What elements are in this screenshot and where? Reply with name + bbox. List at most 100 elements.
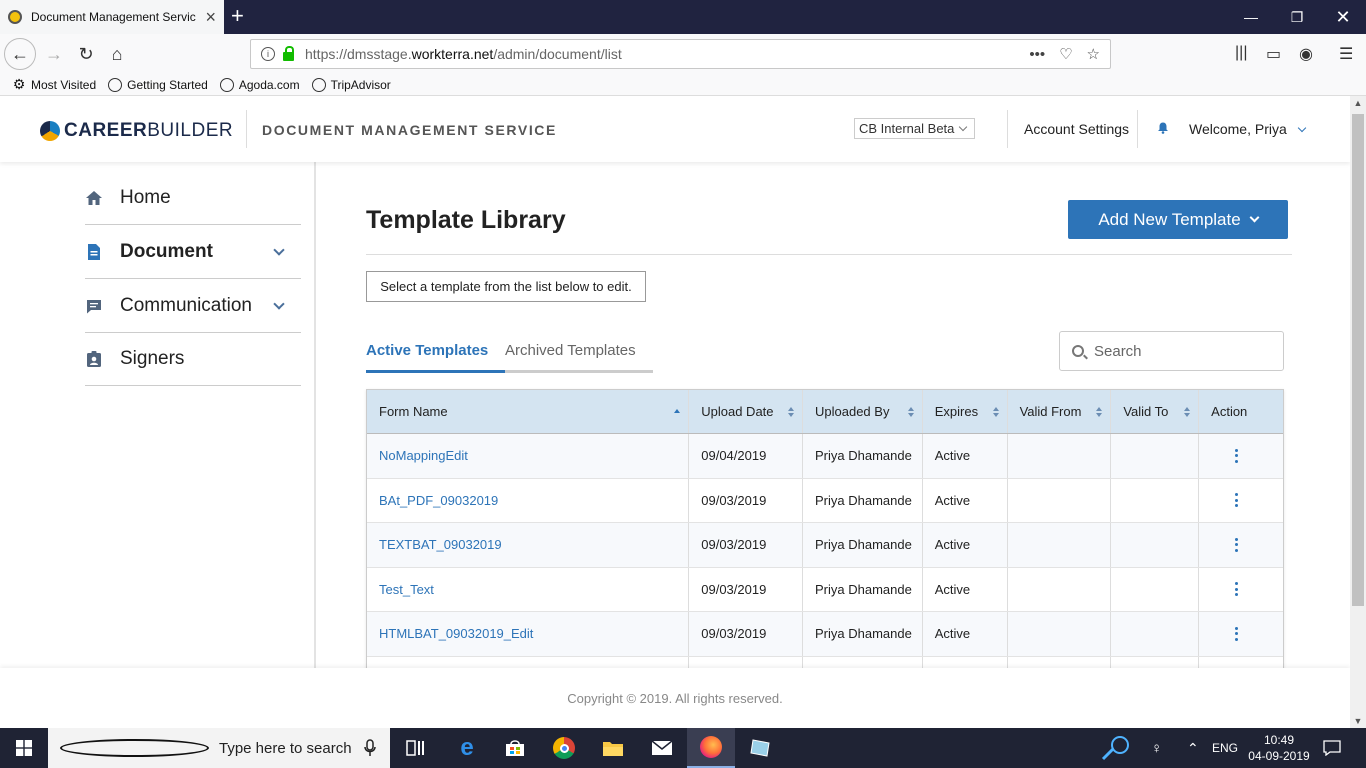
sidebar-item-communication[interactable]: Communication bbox=[85, 279, 301, 333]
sort-icon[interactable] bbox=[992, 407, 999, 417]
scroll-down-icon[interactable]: ▼ bbox=[1350, 716, 1366, 726]
show-hidden-icons-chevron-icon[interactable]: ⌃ bbox=[1187, 728, 1199, 768]
home-browser-icon[interactable]: ⌂ bbox=[103, 40, 131, 68]
sidebar-item-home[interactable]: Home bbox=[85, 171, 301, 225]
user-menu[interactable]: Welcome, Priya bbox=[1189, 121, 1306, 137]
address-bar[interactable]: i https://dmsstage.workterra.net/admin/d… bbox=[250, 39, 1111, 69]
chevron-down-icon bbox=[1249, 212, 1260, 223]
column-valid-to[interactable]: Valid To bbox=[1111, 390, 1200, 433]
site-favicon-icon bbox=[8, 10, 22, 24]
column-action: Action bbox=[1211, 404, 1248, 419]
scroll-up-icon[interactable]: ▲ bbox=[1350, 98, 1366, 108]
add-new-template-button[interactable]: Add New Template bbox=[1068, 200, 1288, 239]
home-icon bbox=[86, 190, 102, 205]
template-name-link[interactable]: NoMappingEdit bbox=[379, 448, 468, 463]
template-name-link[interactable]: Test_Text bbox=[379, 582, 434, 597]
close-tab-icon[interactable]: × bbox=[205, 8, 216, 26]
menu-icon[interactable]: ☰ bbox=[1339, 44, 1353, 64]
valid-to bbox=[1111, 567, 1200, 611]
template-name-link[interactable]: HTMLBAT_09032019_Edit bbox=[379, 626, 533, 641]
uploaded-by: Priya Dhamande bbox=[803, 612, 923, 656]
upload-date: 09/03/2019 bbox=[689, 478, 803, 522]
search-box[interactable] bbox=[1059, 331, 1284, 371]
taskbar-search-box[interactable]: Type here to search bbox=[48, 728, 390, 768]
bookmark-most-visited[interactable]: ⚙ Most Visited bbox=[12, 76, 96, 92]
people-icon[interactable]: ♀ bbox=[1151, 728, 1162, 768]
reload-icon[interactable]: ↻ bbox=[72, 40, 100, 68]
bell-icon[interactable] bbox=[1157, 122, 1169, 134]
pocket-icon[interactable]: ♡ bbox=[1059, 45, 1072, 63]
sidebar-item-document[interactable]: Document bbox=[85, 225, 301, 279]
main-content: Template Library Add New Template Select… bbox=[366, 162, 1292, 728]
browser-tab[interactable]: Document Management Servic × bbox=[0, 0, 224, 34]
column-expires[interactable]: Expires bbox=[923, 390, 1008, 433]
row-actions-icon[interactable] bbox=[1235, 537, 1239, 552]
row-actions-icon[interactable] bbox=[1235, 626, 1239, 641]
row-actions-icon[interactable] bbox=[1235, 448, 1239, 463]
sort-ascending-icon[interactable] bbox=[674, 407, 681, 417]
new-tab-icon[interactable]: + bbox=[231, 4, 244, 28]
search-input[interactable] bbox=[1094, 342, 1264, 360]
column-valid-from[interactable]: Valid From bbox=[1008, 390, 1112, 433]
bookmark-star-icon[interactable]: ☆ bbox=[1087, 45, 1100, 63]
tab-active-templates[interactable]: Active Templates bbox=[366, 342, 488, 372]
chevron-down-icon[interactable] bbox=[273, 243, 285, 256]
window-close-icon[interactable]: ✕ bbox=[1320, 0, 1366, 34]
row-actions-icon[interactable] bbox=[1235, 582, 1239, 597]
account-icon[interactable]: ◉ bbox=[1299, 44, 1313, 64]
bookmarks-bar: ⚙ Most Visited Getting Started Agoda.com … bbox=[0, 74, 1366, 96]
bookmark-tripadvisor[interactable]: TripAdvisor bbox=[311, 77, 391, 92]
sidebar-item-signers[interactable]: Signers bbox=[85, 332, 301, 386]
firefox-icon[interactable] bbox=[687, 728, 735, 768]
template-name-link[interactable]: TEXTBAT_09032019 bbox=[379, 537, 502, 552]
table-row: TEXTBAT_09032019 09/03/2019 Priya Dhaman… bbox=[367, 523, 1283, 568]
page-scrollbar[interactable]: ▲ ▼ bbox=[1350, 96, 1366, 728]
bookmark-getting-started[interactable]: Getting Started bbox=[108, 77, 208, 92]
url-text[interactable]: https://dmsstage.workterra.net/admin/doc… bbox=[305, 46, 1015, 62]
table-row: Test_Text 09/03/2019 Priya Dhamande Acti… bbox=[367, 567, 1283, 612]
valid-to bbox=[1111, 478, 1200, 522]
clock[interactable]: 10:49 04-09-2019 bbox=[1248, 728, 1310, 768]
network-icon[interactable] bbox=[1101, 728, 1131, 768]
chevron-down-icon[interactable] bbox=[273, 297, 285, 310]
windows-start-icon[interactable] bbox=[0, 728, 48, 768]
scrollbar-thumb[interactable] bbox=[1352, 114, 1364, 606]
sort-icon[interactable] bbox=[788, 407, 794, 417]
uploaded-by: Priya Dhamande bbox=[803, 434, 923, 478]
microphone-icon[interactable] bbox=[364, 739, 376, 757]
sort-icon[interactable] bbox=[907, 407, 914, 417]
forward-icon[interactable]: → bbox=[40, 40, 68, 68]
page-title: Template Library bbox=[366, 206, 566, 234]
app-icon[interactable] bbox=[736, 728, 784, 768]
notifications-icon[interactable] bbox=[1323, 728, 1341, 768]
sidebar: Home Document Communication Signers bbox=[0, 162, 316, 728]
language-indicator[interactable]: ENG bbox=[1212, 728, 1238, 768]
sidebar-toggle-icon[interactable]: ▭ bbox=[1266, 44, 1281, 64]
sort-icon[interactable] bbox=[1184, 407, 1191, 417]
file-explorer-icon[interactable] bbox=[589, 728, 637, 768]
column-upload-date[interactable]: Upload Date bbox=[689, 390, 803, 433]
account-settings-link[interactable]: Account Settings bbox=[1024, 121, 1129, 137]
more-actions-icon[interactable]: ••• bbox=[1029, 46, 1045, 63]
column-form-name[interactable]: Form Name bbox=[367, 390, 690, 433]
template-name-link[interactable]: BAt_PDF_09032019 bbox=[379, 493, 498, 508]
bookmark-agoda[interactable]: Agoda.com bbox=[219, 77, 300, 92]
back-icon[interactable]: ← bbox=[4, 38, 36, 70]
store-icon[interactable] bbox=[491, 728, 539, 768]
edge-icon[interactable]: e bbox=[443, 728, 491, 768]
tab-archived-templates[interactable]: Archived Templates bbox=[505, 342, 636, 372]
column-uploaded-by[interactable]: Uploaded By bbox=[803, 390, 923, 433]
careerbuilder-logo[interactable]: CAREER BUILDER bbox=[40, 120, 233, 142]
row-actions-icon[interactable] bbox=[1235, 493, 1239, 508]
expires-status: Active bbox=[923, 612, 1008, 656]
minimize-icon[interactable]: — bbox=[1228, 0, 1274, 34]
title-divider bbox=[366, 254, 1292, 255]
environment-select[interactable]: CB Internal Beta bbox=[854, 118, 975, 139]
task-view-icon[interactable] bbox=[392, 728, 440, 768]
chrome-icon[interactable] bbox=[540, 728, 588, 768]
sort-icon[interactable] bbox=[1096, 407, 1103, 417]
mail-icon[interactable] bbox=[638, 728, 686, 768]
restore-icon[interactable]: ❐ bbox=[1274, 0, 1320, 34]
library-icon[interactable]: ||| bbox=[1235, 44, 1247, 62]
info-icon[interactable]: i bbox=[261, 47, 275, 61]
